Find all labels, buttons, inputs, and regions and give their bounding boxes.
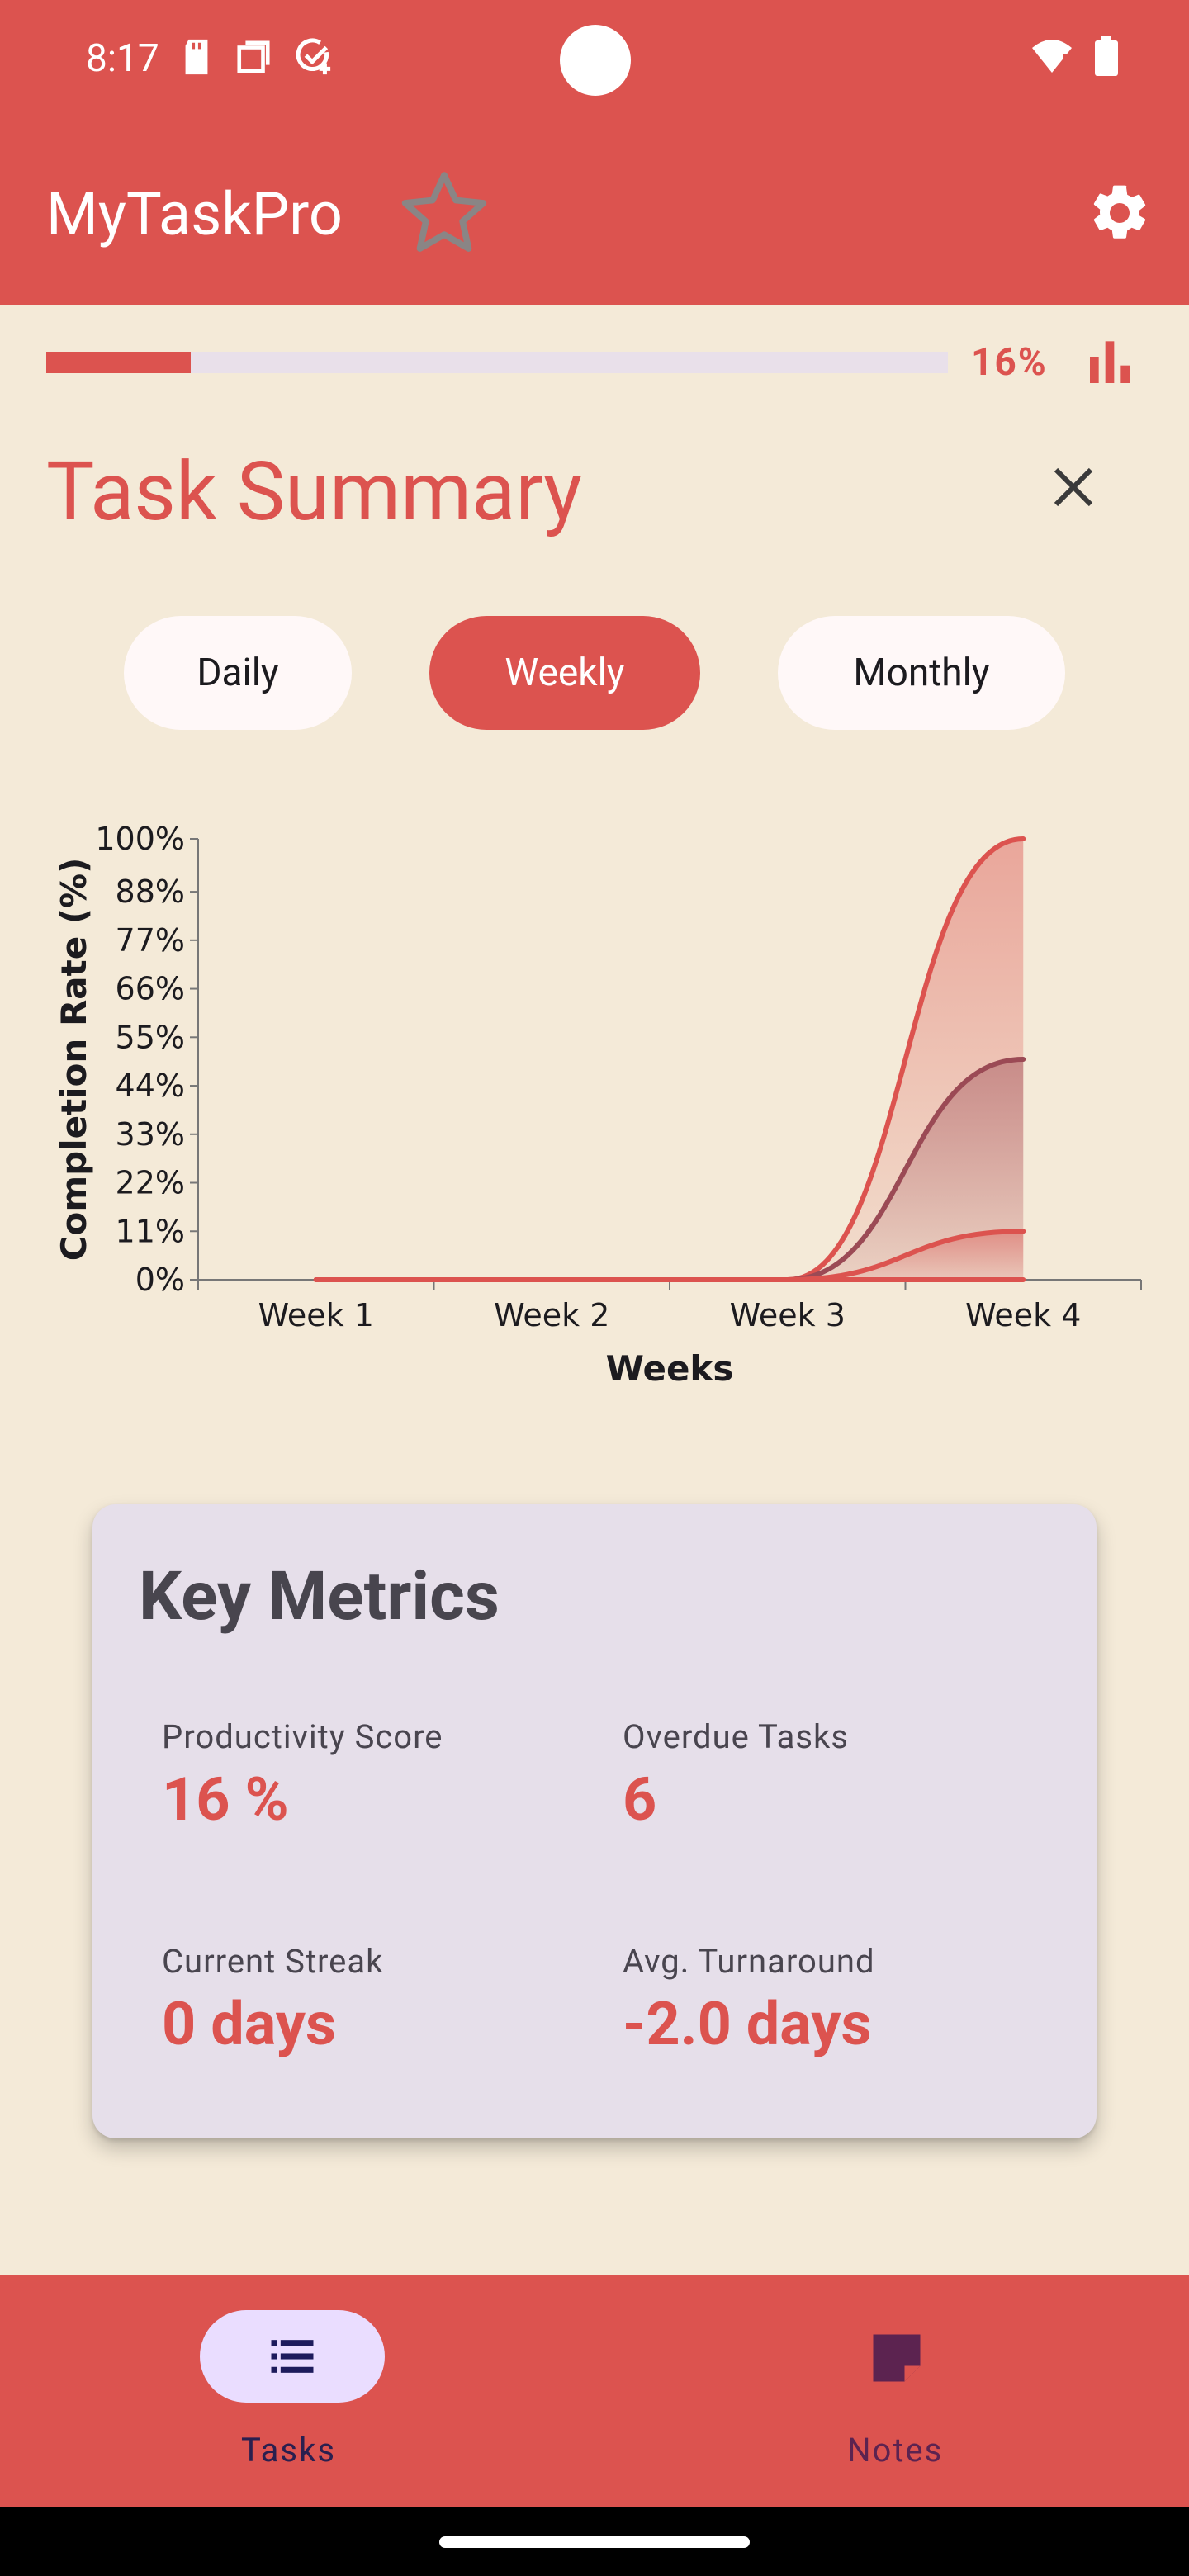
x-tick-label: Week 4 (965, 1297, 1081, 1333)
key-metrics-title: Key Metrics (139, 1557, 500, 1636)
metric-value: 0 days (162, 1989, 336, 2059)
status-time: 8:17 (86, 36, 159, 81)
battery-icon (1095, 36, 1118, 76)
metric-avg-turnaround: Avg. Turnaround -2.0 days (623, 1942, 875, 2059)
tab-daily[interactable]: Daily (124, 616, 352, 730)
key-metrics-card: Key Metrics Productivity Score 16 % Over… (92, 1504, 1097, 2138)
nav-item-tasks[interactable] (200, 2310, 385, 2403)
metric-current-streak: Current Streak 0 days (162, 1942, 383, 2059)
tab-monthly[interactable]: Monthly (778, 616, 1065, 730)
y-tick-label: 11% (116, 1213, 185, 1249)
y-tick-label: 0% (135, 1262, 185, 1298)
sd-card-icon (185, 39, 208, 75)
metric-overdue-tasks: Overdue Tasks 6 (623, 1717, 849, 1835)
home-indicator[interactable] (439, 2536, 750, 2548)
progress-percent: 16% (971, 340, 1048, 385)
completion-rate-chart: 0% 11% 22% 33% 44% 55% 66% 77% 88% 100% Week 1 Week… (54, 821, 1142, 1389)
page-title: Task Summary (46, 444, 582, 539)
close-icon[interactable] (1050, 464, 1097, 510)
metric-value: 6 (623, 1764, 657, 1835)
metric-productivity-score: Productivity Score 16 % (162, 1717, 443, 1835)
camera-cutout (560, 25, 631, 96)
metric-value: -2.0 days (623, 1989, 872, 2059)
x-tick-label: Week 3 (730, 1297, 846, 1333)
metric-value: 16 % (162, 1764, 289, 1835)
wifi-icon (1032, 40, 1072, 73)
y-tick-label: 55% (116, 1019, 185, 1055)
y-tick-label: 33% (116, 1116, 185, 1153)
y-axis-label: Completion Rate (%) (54, 858, 94, 1262)
app-header: 8:17 MyTaskPro (0, 0, 1189, 305)
gear-icon[interactable] (1087, 180, 1153, 246)
status-notification-icons (180, 38, 334, 76)
y-tick-label: 88% (116, 874, 185, 910)
metric-label: Avg. Turnaround (623, 1942, 875, 1981)
y-tick-label: 77% (116, 922, 185, 959)
y-tick-label: 66% (116, 971, 185, 1007)
y-tick-label: 100% (95, 821, 185, 857)
metric-label: Overdue Tasks (623, 1717, 849, 1756)
bottom-navigation: Tasks Notes (0, 2275, 1189, 2507)
tab-weekly[interactable]: Weekly (429, 616, 700, 730)
progress-bar-fill (46, 352, 191, 373)
task-add-icon (296, 38, 331, 75)
list-icon (271, 2340, 314, 2373)
y-tick-label: 22% (116, 1165, 185, 1201)
x-axis-label: Weeks (606, 1348, 734, 1389)
metric-label: Productivity Score (162, 1717, 443, 1756)
app-title: MyTaskPro (46, 179, 343, 249)
bar-chart-icon[interactable] (1083, 337, 1136, 390)
x-tick-label: Week 1 (258, 1297, 374, 1333)
x-tick-label: Week 2 (494, 1297, 609, 1333)
copy-icon (237, 40, 270, 73)
metric-label: Current Streak (162, 1942, 384, 1981)
nav-label-notes[interactable]: Notes (847, 2431, 943, 2469)
progress-bar (46, 352, 948, 373)
star-icon[interactable] (395, 165, 494, 261)
note-icon[interactable] (865, 2327, 928, 2389)
nav-label-tasks[interactable]: Tasks (241, 2431, 336, 2469)
y-tick-label: 44% (116, 1068, 185, 1104)
status-system-icons (1030, 36, 1118, 76)
